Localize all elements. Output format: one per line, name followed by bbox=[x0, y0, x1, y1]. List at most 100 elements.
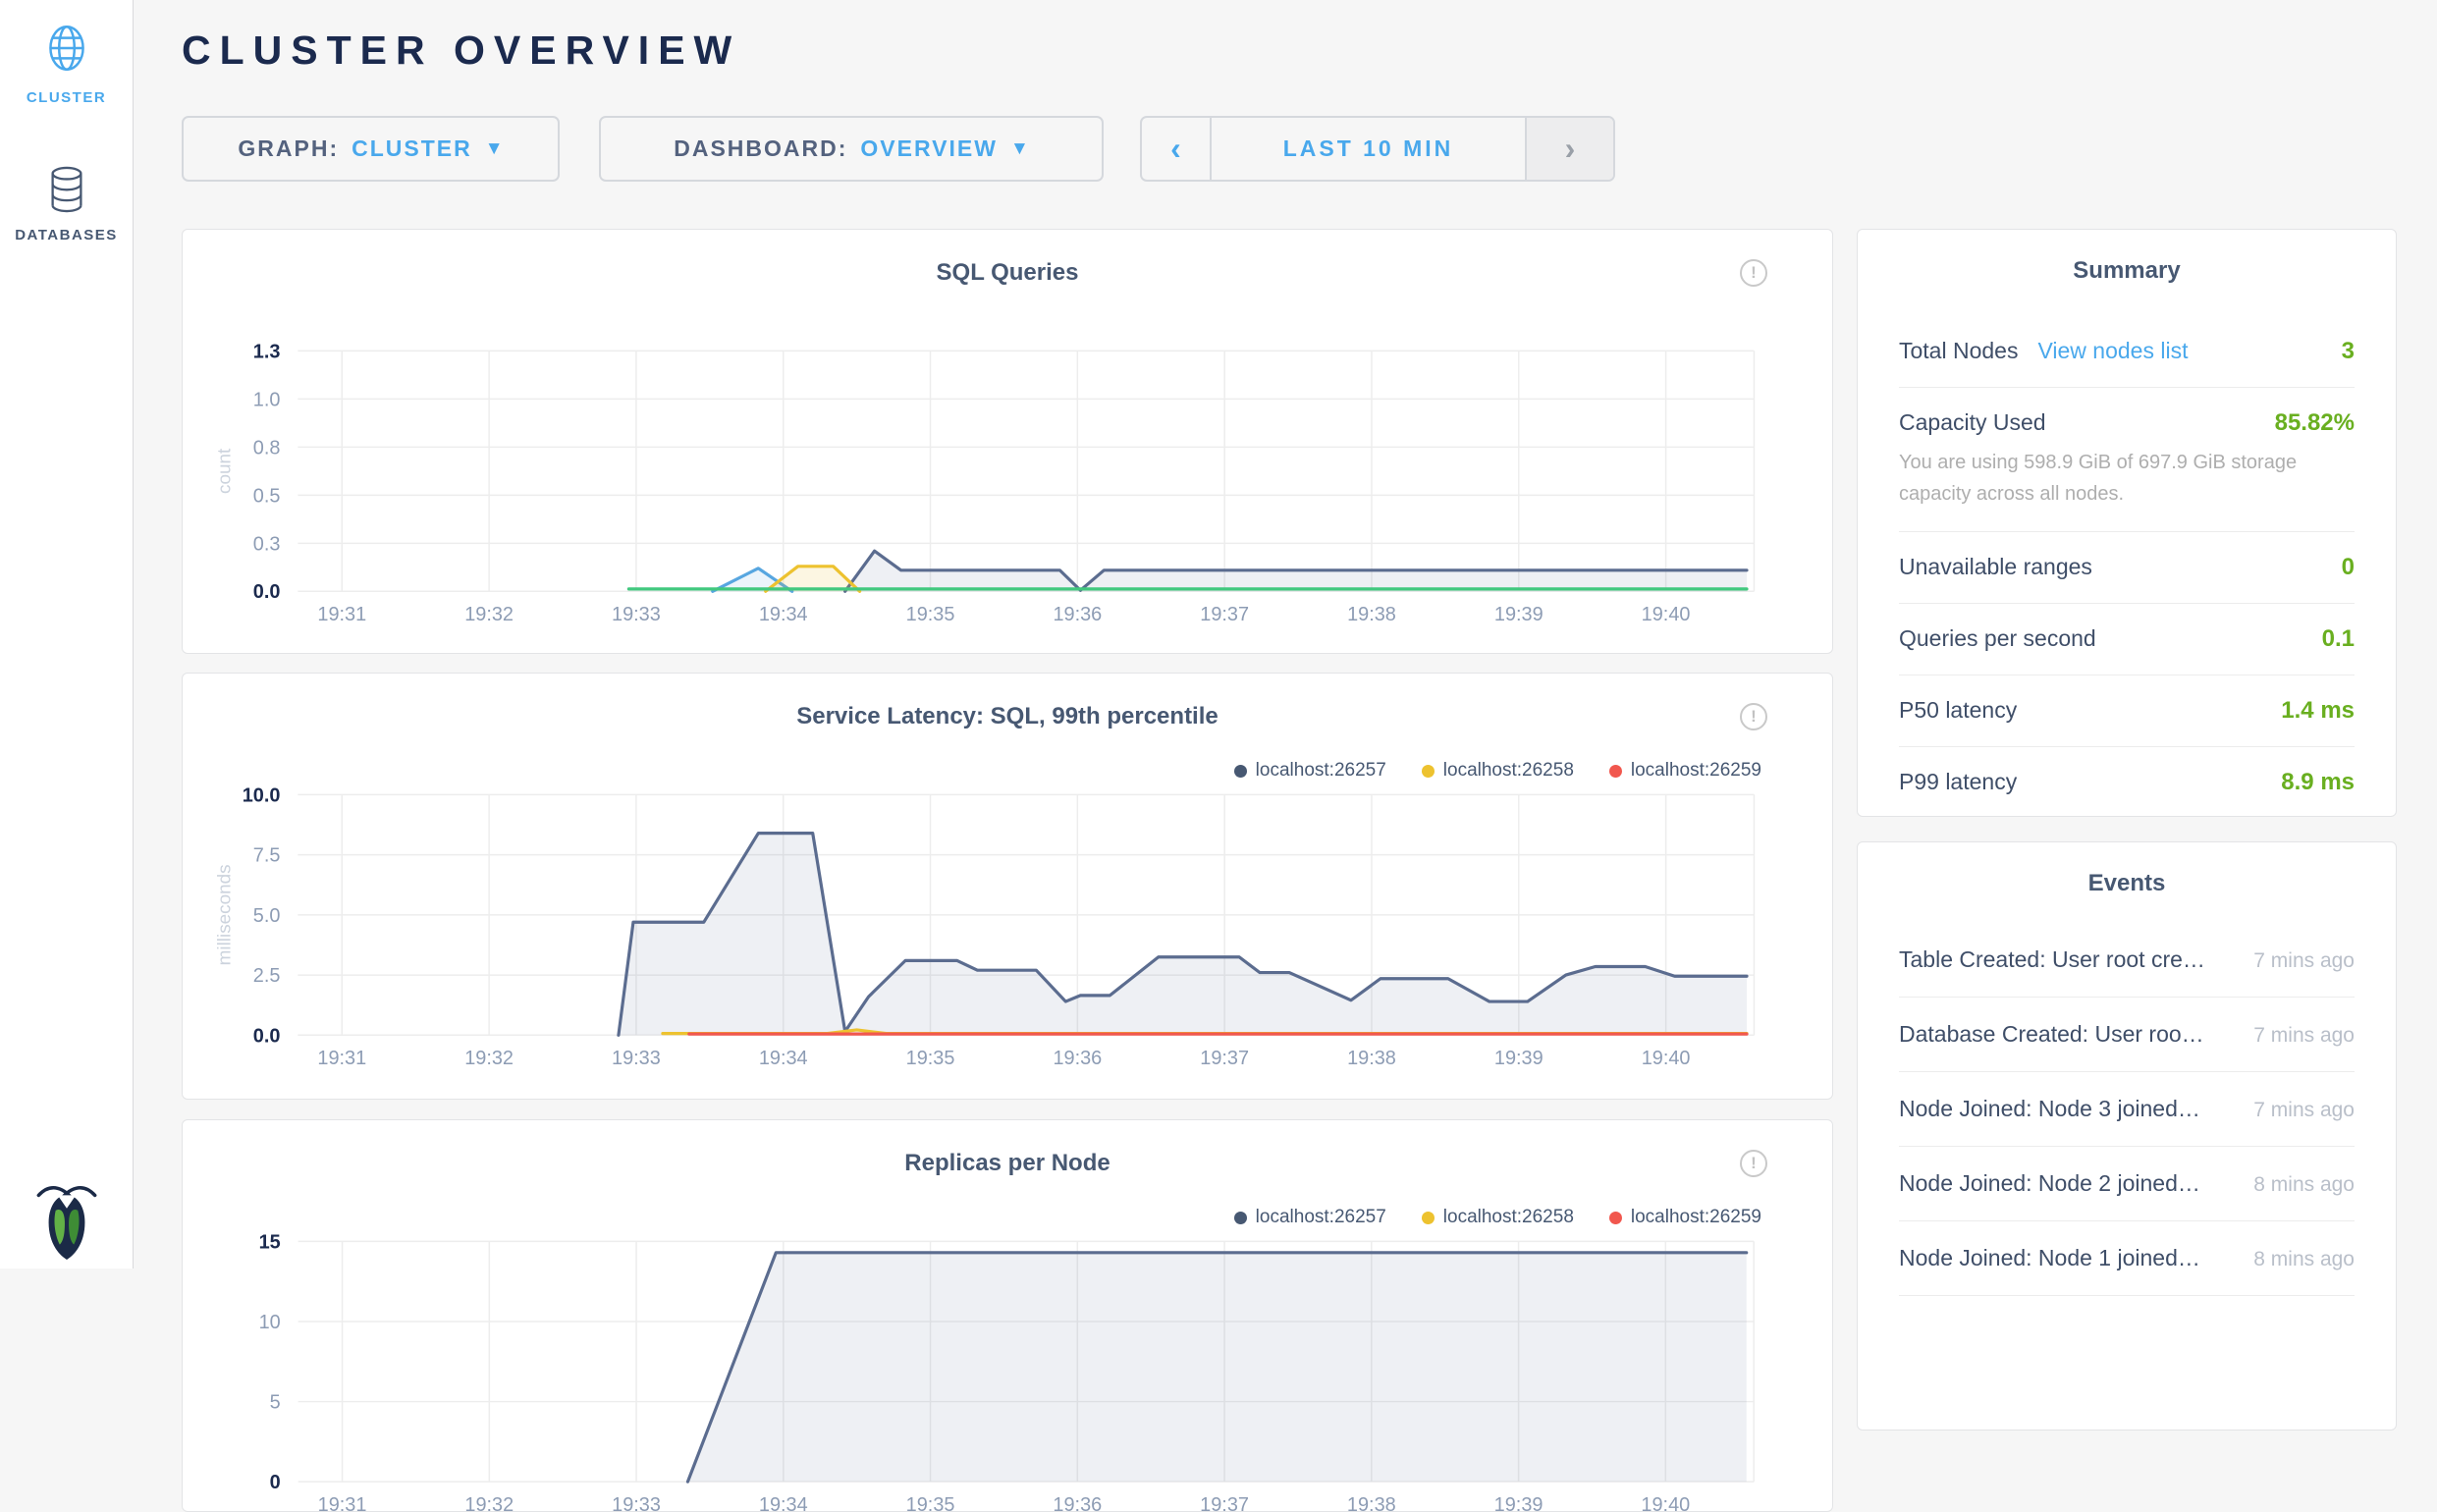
svg-text:19:31: 19:31 bbox=[318, 1494, 367, 1511]
svg-text:5: 5 bbox=[270, 1392, 281, 1414]
svg-text:0.5: 0.5 bbox=[253, 485, 281, 507]
event-text: Node Joined: Node 3 joined… bbox=[1899, 1096, 2200, 1122]
event-time: 8 mins ago bbox=[2253, 1248, 2355, 1271]
svg-text:0: 0 bbox=[270, 1472, 281, 1493]
legend-dot-icon bbox=[1422, 1212, 1435, 1224]
svg-text:0.3: 0.3 bbox=[253, 533, 281, 555]
capacity-note: You are using 598.9 GiB of 697.9 GiB sto… bbox=[1899, 447, 2343, 510]
svg-text:19:35: 19:35 bbox=[906, 1494, 955, 1511]
svg-text:19:38: 19:38 bbox=[1347, 1048, 1396, 1069]
chart-title: Service Latency: SQL, 99th percentile bbox=[183, 703, 1832, 730]
dashboard-dropdown[interactable]: DASHBOARD: OVERVIEW ▼ bbox=[599, 116, 1104, 182]
svg-text:19:35: 19:35 bbox=[906, 1048, 955, 1069]
legend-item: localhost:26258 bbox=[1422, 1207, 1574, 1228]
svg-text:19:40: 19:40 bbox=[1642, 1048, 1691, 1069]
event-row[interactable]: Node Joined: Node 3 joined… 7 mins ago bbox=[1899, 1072, 2355, 1147]
summary-row-p99-latency: P99 latency 8.9 ms bbox=[1899, 747, 2355, 818]
time-window-nav: ‹ LAST 10 MIN › bbox=[1140, 116, 1615, 182]
event-text: Database Created: User roo… bbox=[1899, 1021, 2204, 1048]
summary-label: P50 latency bbox=[1899, 697, 2017, 724]
sidebar-item-cluster[interactable]: CLUSTER bbox=[0, 20, 133, 106]
svg-text:19:33: 19:33 bbox=[612, 1048, 661, 1069]
event-time: 7 mins ago bbox=[2253, 1099, 2355, 1122]
legend-item: localhost:26257 bbox=[1234, 760, 1386, 782]
info-icon[interactable]: ! bbox=[1740, 259, 1767, 287]
event-time: 8 mins ago bbox=[2253, 1173, 2355, 1197]
time-window-label[interactable]: LAST 10 MIN bbox=[1212, 118, 1525, 180]
svg-text:19:32: 19:32 bbox=[464, 604, 514, 625]
time-prev-button[interactable]: ‹ bbox=[1142, 118, 1212, 180]
summary-row-total-nodes: Total Nodes View nodes list 3 bbox=[1899, 316, 2355, 388]
events-rows: Table Created: User root cre… 7 mins ago… bbox=[1899, 923, 2355, 1296]
dashboard-dropdown-value: OVERVIEW bbox=[860, 135, 998, 162]
events-heading: Events bbox=[1899, 870, 2355, 897]
summary-value: 1.4 ms bbox=[2281, 697, 2355, 725]
svg-text:19:34: 19:34 bbox=[759, 1494, 808, 1511]
svg-text:19:32: 19:32 bbox=[464, 1048, 514, 1069]
event-row[interactable]: Node Joined: Node 1 joined… 8 mins ago bbox=[1899, 1221, 2355, 1296]
summary-label: Queries per second bbox=[1899, 625, 2096, 652]
sql-queries-chart[interactable]: 1.31.00.80.50.30.019:3119:3219:3319:3419… bbox=[183, 230, 1832, 653]
time-next-button[interactable]: › bbox=[1525, 118, 1613, 180]
svg-text:19:40: 19:40 bbox=[1641, 1494, 1690, 1511]
svg-text:7.5: 7.5 bbox=[253, 845, 281, 867]
svg-text:10: 10 bbox=[259, 1312, 281, 1333]
summary-label: Unavailable ranges bbox=[1899, 554, 2092, 580]
graph-dropdown-value: CLUSTER bbox=[352, 135, 472, 162]
summary-row-capacity-used: Capacity Used 85.82% You are using 598.9… bbox=[1899, 388, 2355, 532]
sidebar-item-databases[interactable]: DATABASES bbox=[0, 165, 133, 243]
summary-value: 3 bbox=[2342, 338, 2355, 365]
info-icon[interactable]: ! bbox=[1740, 703, 1767, 730]
legend-item: localhost:26259 bbox=[1609, 760, 1761, 782]
replicas-per-node-chart[interactable]: 15 10 5 0 19:31 19:32 19:33 19:34 19:35 19:36 19:3… bbox=[183, 1120, 1832, 1511]
database-icon bbox=[44, 201, 89, 218]
event-text: Node Joined: Node 2 joined… bbox=[1899, 1170, 2200, 1197]
legend-item: localhost:26257 bbox=[1234, 1207, 1386, 1228]
legend-dot-icon bbox=[1234, 765, 1247, 778]
summary-value: 0 bbox=[2342, 554, 2355, 581]
svg-text:19:36: 19:36 bbox=[1053, 1494, 1102, 1511]
svg-text:count: count bbox=[215, 448, 236, 494]
event-row[interactable]: Table Created: User root cre… 7 mins ago bbox=[1899, 923, 2355, 998]
chart-title: Replicas per Node bbox=[183, 1150, 1832, 1177]
view-nodes-link[interactable]: View nodes list bbox=[2037, 338, 2188, 364]
legend-dot-icon bbox=[1422, 765, 1435, 778]
svg-text:19:36: 19:36 bbox=[1053, 1048, 1102, 1069]
summary-label: Total Nodes bbox=[1899, 338, 2018, 364]
legend-item: localhost:26258 bbox=[1422, 760, 1574, 782]
summary-label: Capacity Used bbox=[1899, 409, 2046, 436]
chevron-right-icon: › bbox=[1565, 131, 1576, 167]
summary-rows: Total Nodes View nodes list 3 Capacity U… bbox=[1899, 316, 2355, 818]
svg-text:19:37: 19:37 bbox=[1200, 604, 1249, 625]
svg-text:2.5: 2.5 bbox=[253, 965, 281, 987]
info-icon[interactable]: ! bbox=[1740, 1150, 1767, 1177]
svg-text:19:32: 19:32 bbox=[464, 1494, 514, 1511]
event-time: 7 mins ago bbox=[2253, 949, 2355, 973]
svg-text:19:33: 19:33 bbox=[612, 1494, 661, 1511]
graph-dropdown-label: GRAPH: bbox=[238, 135, 339, 162]
svg-text:1.3: 1.3 bbox=[253, 341, 281, 362]
graph-dropdown[interactable]: GRAPH: CLUSTER ▼ bbox=[182, 116, 560, 182]
svg-text:15: 15 bbox=[259, 1231, 281, 1253]
chevron-down-icon: ▼ bbox=[1010, 138, 1029, 160]
sidebar: CLUSTER DATABASES bbox=[0, 0, 134, 1269]
chart-legend: localhost:26257 localhost:26258 localhost:… bbox=[1234, 1207, 1761, 1228]
summary-value: 0.1 bbox=[2322, 625, 2355, 653]
legend-dot-icon bbox=[1609, 1212, 1622, 1224]
summary-label: P99 latency bbox=[1899, 769, 2017, 795]
cockroach-logo[interactable] bbox=[34, 1177, 99, 1267]
chart-legend: localhost:26257 localhost:26258 localhost:… bbox=[1234, 760, 1761, 782]
event-row[interactable]: Database Created: User roo… 7 mins ago bbox=[1899, 998, 2355, 1072]
chevron-down-icon: ▼ bbox=[485, 138, 504, 160]
event-text: Table Created: User root cre… bbox=[1899, 946, 2205, 973]
svg-text:19:38: 19:38 bbox=[1347, 604, 1396, 625]
svg-text:19:33: 19:33 bbox=[612, 604, 661, 625]
event-row[interactable]: Node Joined: Node 2 joined… 8 mins ago bbox=[1899, 1147, 2355, 1221]
page-title: CLUSTER OVERVIEW bbox=[182, 27, 740, 74]
legend-item: localhost:26259 bbox=[1609, 1207, 1761, 1228]
event-text: Node Joined: Node 1 joined… bbox=[1899, 1245, 2200, 1271]
event-time: 7 mins ago bbox=[2253, 1024, 2355, 1048]
svg-text:19:38: 19:38 bbox=[1347, 1494, 1396, 1511]
summary-value: 85.82% bbox=[2275, 409, 2355, 437]
service-latency-chart[interactable]: 10.07.55.02.50.019:3119:3219:3319:3419:3… bbox=[183, 674, 1832, 1099]
